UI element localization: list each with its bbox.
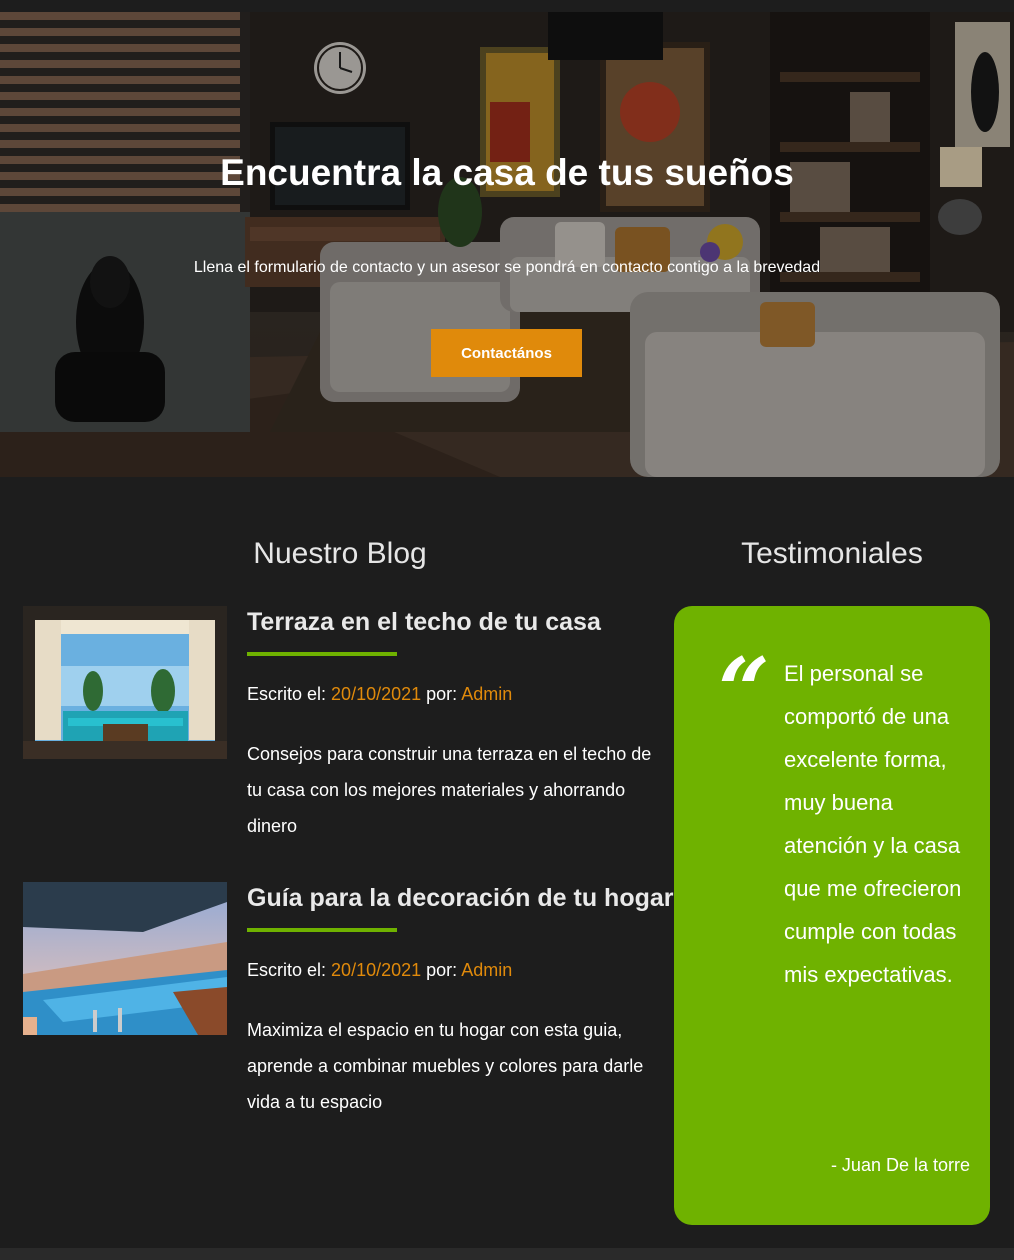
top-strip <box>0 0 1014 12</box>
quote-icon: “ <box>718 638 770 744</box>
blog-section-title: Nuestro Blog <box>253 537 427 570</box>
hero-subtitle: Llena el formulario de contacto y un ase… <box>193 259 821 276</box>
infinity-pool-image <box>23 882 227 1035</box>
blog-post-thumbnail[interactable] <box>23 606 227 759</box>
testimonial-quote: El personal se comportó de una excelente… <box>784 661 962 987</box>
written-label: Escrito el: <box>247 960 327 980</box>
post-author-link[interactable]: Admin <box>461 960 512 980</box>
blog-post-meta: Escrito el: 20/10/2021 por: Admin <box>247 684 512 705</box>
title-underline <box>247 652 397 656</box>
hero-dim-overlay <box>0 12 1014 477</box>
post-author-link[interactable]: Admin <box>461 684 512 704</box>
title-underline <box>247 928 397 932</box>
blog-post-excerpt: Maximiza el espacio en tu hogar con esta… <box>247 1020 644 1112</box>
bottom-strip <box>0 1248 1014 1260</box>
contact-button[interactable]: Contactános <box>431 329 582 377</box>
blog-post-excerpt: Consejos para construir una terraza en e… <box>247 744 652 836</box>
testimonials-section-title: Testimoniales <box>741 537 923 570</box>
by-label: por: <box>426 960 458 980</box>
blog-post-thumbnail[interactable] <box>23 882 227 1035</box>
blog-post: Guía para la decoración de tu hogar Escr… <box>23 882 674 1122</box>
rooftop-terrace-image <box>23 606 227 759</box>
blog-post-title[interactable]: Guía para la decoración de tu hogar <box>247 884 674 913</box>
post-date[interactable]: 20/10/2021 <box>331 684 421 704</box>
hero-banner: Encuentra la casa de tus sueños Llena el… <box>0 12 1014 477</box>
testimonial-card: “ El personal se comportó de una excelen… <box>674 606 990 1225</box>
testimonial-author: - Juan De la torre <box>830 1155 970 1175</box>
blog-post-title[interactable]: Terraza en el techo de tu casa <box>247 608 601 637</box>
hero-title: Encuentra la casa de tus sueños <box>220 152 794 193</box>
blog-post: Terraza en el techo de tu casa Escrito e… <box>23 606 663 846</box>
by-label: por: <box>426 684 458 704</box>
post-date[interactable]: 20/10/2021 <box>331 960 421 980</box>
blog-post-meta: Escrito el: 20/10/2021 por: Admin <box>247 960 512 981</box>
written-label: Escrito el: <box>247 684 327 704</box>
